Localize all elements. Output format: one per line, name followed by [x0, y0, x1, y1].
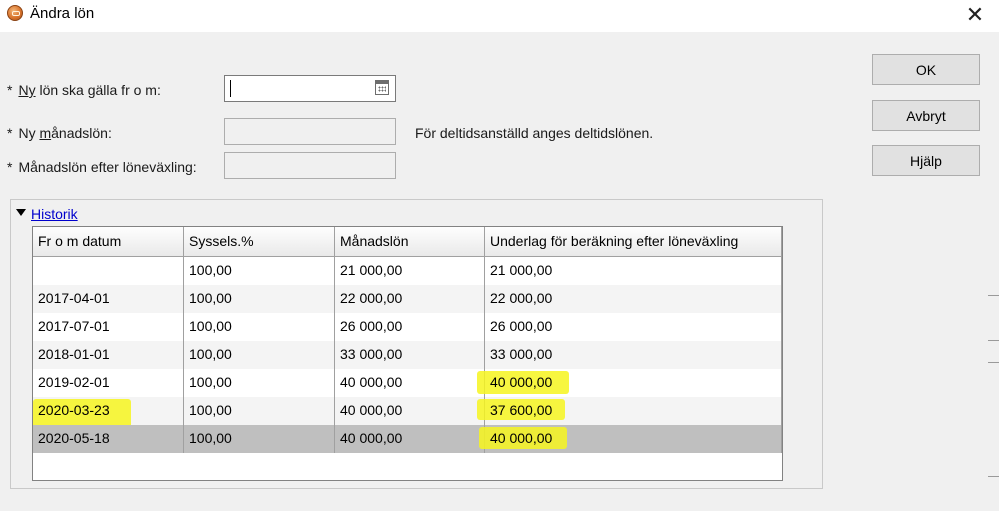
- cell-calculation-basis: 26 000,00: [485, 313, 782, 341]
- cell-employment-percent: 100,00: [184, 425, 335, 453]
- monthly-salary-input[interactable]: [224, 118, 396, 145]
- cell-monthly-salary: 22 000,00: [335, 285, 485, 313]
- cell-from-date: 2017-07-01: [33, 313, 184, 341]
- window-title: Ändra lön: [30, 5, 95, 22]
- monthly-salary-label: * Ny månadslön:: [7, 125, 112, 141]
- table-row[interactable]: 2018-01-01 100,00 33 000,00 33 000,00: [33, 341, 782, 369]
- cell-calculation-basis: 40 000,00: [479, 425, 782, 453]
- cell-from-date: 2017-04-01: [33, 285, 184, 313]
- cell-from-date: 2020-05-18: [33, 425, 184, 453]
- cell-employment-percent: 100,00: [184, 313, 335, 341]
- start-date-input[interactable]: [224, 75, 396, 102]
- cell-monthly-salary: 21 000,00: [335, 257, 485, 285]
- cell-calculation-basis: 37 600,00: [477, 397, 782, 425]
- column-header-calculation-basis[interactable]: Underlag för beräkning efter löneväxling: [485, 227, 782, 257]
- app-icon: [7, 5, 23, 21]
- cell-monthly-salary: 40 000,00: [335, 369, 485, 397]
- edge-mark: [988, 362, 999, 363]
- table-row[interactable]: 2020-03-23 100,00 40 000,00 37 600,00: [33, 397, 782, 453]
- ok-button[interactable]: OK: [872, 54, 980, 85]
- history-grid[interactable]: Fr o m datum Syssels.% Månadslön Underla…: [32, 226, 783, 481]
- table-row[interactable]: 100,00 21 000,00 21 000,00: [33, 257, 782, 285]
- table-row-selected[interactable]: 2020-05-18 100,00 40 000,00 40 000,00: [33, 425, 782, 453]
- cell-monthly-salary: 33 000,00: [335, 341, 485, 369]
- cell-employment-percent: 100,00: [184, 369, 335, 397]
- edge-mark: [988, 295, 999, 296]
- part-time-hint: För deltidsanställd anges deltidslönen.: [415, 125, 654, 141]
- calendar-icon[interactable]: [375, 80, 389, 95]
- cell-from-date: [33, 257, 184, 285]
- help-button[interactable]: Hjälp: [872, 145, 980, 176]
- collapse-triangle-icon[interactable]: [16, 209, 26, 216]
- grid-header: Fr o m datum Syssels.% Månadslön Underla…: [33, 227, 782, 257]
- history-link[interactable]: Historik: [31, 206, 78, 222]
- cell-calculation-basis: 33 000,00: [485, 341, 782, 369]
- column-header-from-date[interactable]: Fr o m datum: [33, 227, 184, 257]
- cell-monthly-salary: 40 000,00: [335, 425, 485, 453]
- column-header-monthly-salary[interactable]: Månadslön: [335, 227, 485, 257]
- after-exchange-input[interactable]: [224, 152, 396, 179]
- text-caret: [230, 80, 231, 97]
- after-exchange-label: * Månadslön efter löneväxling:: [7, 159, 197, 175]
- close-button[interactable]: ✕: [961, 2, 989, 28]
- start-date-label: * Ny lön ska gälla fr o m:: [7, 82, 161, 98]
- cell-from-date: 2019-02-01: [33, 369, 184, 397]
- table-row[interactable]: 2019-02-01 100,00 40 000,00 40 000,00: [33, 369, 782, 397]
- cell-from-date: 2020-03-23: [33, 397, 184, 453]
- cell-calculation-basis: 22 000,00: [485, 285, 782, 313]
- cell-calculation-basis: 21 000,00: [485, 257, 782, 285]
- cell-from-date: 2018-01-01: [33, 341, 184, 369]
- edge-mark: [988, 340, 999, 341]
- cell-employment-percent: 100,00: [184, 257, 335, 285]
- title-bar: Ändra lön ✕: [0, 0, 999, 32]
- cell-employment-percent: 100,00: [184, 341, 335, 369]
- cell-calculation-basis: 40 000,00: [477, 369, 782, 397]
- column-header-employment-percent[interactable]: Syssels.%: [184, 227, 335, 257]
- table-row[interactable]: 2017-04-01 100,00 22 000,00 22 000,00: [33, 285, 782, 313]
- cell-employment-percent: 100,00: [184, 285, 335, 313]
- cell-employment-percent: 100,00: [184, 397, 335, 425]
- cell-monthly-salary: 26 000,00: [335, 313, 485, 341]
- edge-mark: [988, 476, 999, 477]
- cancel-button[interactable]: Avbryt: [872, 100, 980, 131]
- table-row[interactable]: 2017-07-01 100,00 26 000,00 26 000,00: [33, 313, 782, 341]
- cell-monthly-salary: 40 000,00: [335, 397, 485, 425]
